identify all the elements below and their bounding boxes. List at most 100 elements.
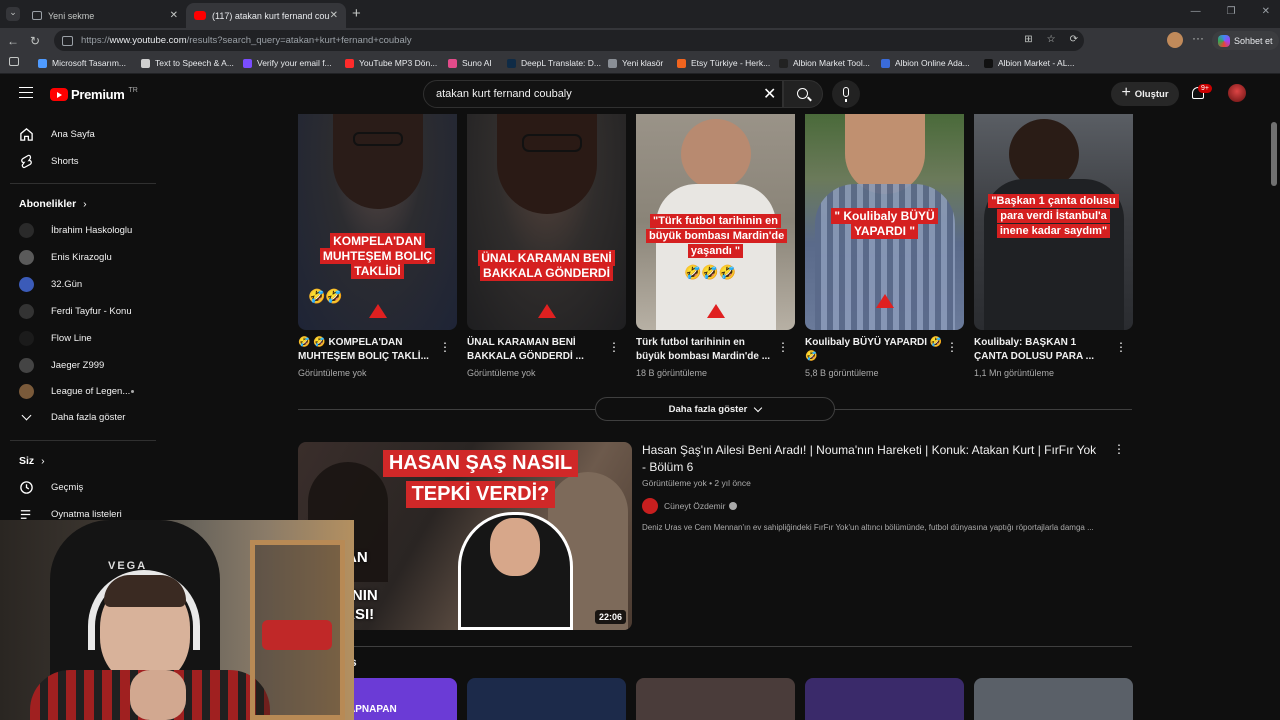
tab-search-chevron-icon[interactable]: ⌄ bbox=[6, 7, 20, 21]
create-button[interactable]: + Oluştur bbox=[1111, 82, 1179, 106]
copilot-chat-button[interactable]: Sohbet et bbox=[1212, 31, 1279, 50]
more-options-icon[interactable]: ⋮ bbox=[777, 340, 789, 354]
short-thumbnail[interactable]: "Türk futbol tarihinin en büyük bombası … bbox=[636, 114, 795, 330]
browser-menu-icon[interactable]: ··· bbox=[1192, 31, 1204, 45]
channel-avatar[interactable] bbox=[642, 498, 658, 514]
close-tab-icon[interactable]: ✕ bbox=[170, 10, 178, 21]
youtube-masthead: Premium TR atakan kurt fernand coubaly ✕… bbox=[0, 74, 1280, 114]
channel-name[interactable]: Cüneyt Özdemir bbox=[664, 501, 725, 511]
video-channel[interactable]: Cüneyt Özdemir bbox=[642, 498, 738, 514]
bookmark-item[interactable]: Albion Market - AL... bbox=[984, 58, 1075, 68]
extensions-icon[interactable]: ⟳ bbox=[1070, 34, 1078, 45]
sidebar-subscription[interactable]: Jaeger Z999 bbox=[0, 352, 156, 378]
apps-icon[interactable] bbox=[9, 57, 19, 66]
page-info-icon[interactable] bbox=[62, 35, 73, 46]
show-more-subscriptions[interactable]: Daha fazla göster bbox=[0, 404, 156, 430]
video-thumbnail[interactable] bbox=[636, 678, 795, 720]
short-title[interactable]: 🤣 🤣 KOMPELA'DAN MUHTEŞEM BOLIÇ TAKLİ... bbox=[298, 336, 436, 364]
clear-search-icon[interactable]: ✕ bbox=[763, 84, 776, 104]
thumb-line-2: TEPKİ VERDİ? bbox=[405, 481, 556, 508]
bookmark-item[interactable]: Albion Market Tool... bbox=[779, 58, 870, 68]
more-options-icon[interactable]: ⋮ bbox=[439, 340, 451, 354]
video-title[interactable]: Hasan Şaş'ın Ailesi Beni Aradı! | Nouma'… bbox=[642, 442, 1102, 476]
tab-youtube-search[interactable]: (117) atakan kurt fernand coubaly ✕ bbox=[186, 3, 346, 28]
address-bar[interactable]: https://www.youtube.com/results?search_q… bbox=[54, 30, 1084, 51]
close-window-icon[interactable]: ✕ bbox=[1262, 6, 1270, 17]
menu-hamburger-icon[interactable] bbox=[19, 87, 33, 98]
subscriptions-header[interactable]: Abonelikler › bbox=[19, 198, 87, 210]
bookmark-item[interactable]: Albion Online Ada... bbox=[881, 58, 970, 68]
voice-search-button[interactable] bbox=[832, 80, 860, 108]
close-tab-icon[interactable]: ✕ bbox=[330, 10, 338, 21]
video-thumbnail[interactable] bbox=[467, 678, 626, 720]
channel-avatar bbox=[19, 383, 34, 399]
bookmark-item[interactable]: Suno AI bbox=[448, 58, 492, 68]
video-thumbnail[interactable] bbox=[974, 678, 1133, 720]
reload-icon[interactable]: ↻ bbox=[24, 34, 46, 48]
sidebar-divider bbox=[10, 183, 156, 184]
account-avatar[interactable] bbox=[1228, 84, 1246, 102]
short-thumbnail[interactable]: ÜNAL KARAMAN BENİ BAKKALA GÖNDERDİ bbox=[467, 114, 626, 330]
bookmark-folder[interactable]: Yeni klasör bbox=[608, 58, 663, 68]
youtube-premium-logo[interactable]: Premium TR bbox=[50, 87, 138, 102]
page-scrollbar[interactable] bbox=[1268, 114, 1280, 720]
sidebar-subscription[interactable]: İbrahim Haskologlu bbox=[0, 217, 156, 243]
search-input[interactable]: atakan kurt fernand coubaly bbox=[423, 80, 783, 108]
bookmark-star-icon[interactable]: ☆ bbox=[1047, 34, 1056, 45]
sidebar-subscription[interactable]: Ferdi Tayfur - Konu bbox=[0, 298, 156, 324]
short-thumbnail[interactable]: "Başkan 1 çanta dolusu para verdi İstanb… bbox=[974, 114, 1133, 330]
channel-a-logo-icon bbox=[707, 304, 725, 318]
restore-icon[interactable]: ❐ bbox=[1227, 6, 1236, 17]
short-emoji: 🤣🤣🤣 bbox=[684, 264, 737, 280]
bookmark-label: Yeni klasör bbox=[622, 58, 664, 68]
sidebar-item-home[interactable]: Ana Sayfa bbox=[0, 121, 156, 147]
bookmark-label: Etsy Türkiye - Herk... bbox=[691, 58, 771, 68]
sidebar-subscription[interactable]: League of Legen... bbox=[0, 378, 156, 404]
more-options-icon[interactable]: ⋮ bbox=[946, 340, 958, 354]
person-figure bbox=[681, 119, 751, 189]
bookmark-item[interactable]: YouTube MP3 Dön... bbox=[345, 58, 437, 68]
more-options-icon[interactable]: ⋮ bbox=[1115, 340, 1127, 354]
bookmark-item[interactable]: DeepL Translate: D... bbox=[507, 58, 601, 68]
bookmark-item[interactable]: Etsy Türkiye - Herk... bbox=[677, 58, 770, 68]
video-thumbnail[interactable] bbox=[805, 678, 964, 720]
bookmark-item[interactable]: Text to Speech & A... bbox=[141, 58, 234, 68]
video-description: Deniz Uras ve Cem Mennan'ın ev sahipliği… bbox=[642, 523, 1094, 532]
bookmark-item[interactable]: Microsoft Tasarım... bbox=[38, 58, 126, 68]
tab-title: Yeni sekme bbox=[48, 10, 95, 21]
search-button[interactable] bbox=[783, 80, 823, 108]
sidebar-subscription[interactable]: Flow Line bbox=[0, 325, 156, 351]
logo-region: TR bbox=[128, 87, 138, 94]
short-title[interactable]: Türk futbol tarihinin en büyük bombası M… bbox=[636, 336, 774, 364]
bookmark-label: Albion Market - AL... bbox=[998, 58, 1075, 68]
you-header[interactable]: Siz › bbox=[19, 455, 45, 467]
profile-avatar[interactable] bbox=[1167, 32, 1183, 48]
sidebar-subscription[interactable]: 32.Gün bbox=[0, 271, 156, 297]
tab-new-tab[interactable]: Yeni sekme ✕ bbox=[24, 3, 186, 28]
scrollbar-thumb[interactable] bbox=[1271, 122, 1277, 186]
channel-name: Ferdi Tayfur - Konu bbox=[51, 305, 132, 317]
sidebar-item-label: Geçmiş bbox=[51, 481, 84, 493]
short-caption: "Türk futbol tarihinin en büyük bombası … bbox=[646, 214, 788, 259]
channel-name: Jaeger Z999 bbox=[51, 359, 105, 371]
show-more-shorts-button[interactable]: Daha fazla göster bbox=[595, 397, 835, 421]
short-thumbnail[interactable]: " Koulibaly BÜYÜ YAPARDI " bbox=[805, 114, 964, 330]
sidebar-item-shorts[interactable]: Shorts bbox=[0, 148, 156, 174]
short-title[interactable]: ÜNAL KARAMAN BENİ BAKKALA GÖNDERDİ ... bbox=[467, 336, 605, 364]
short-thumbnail[interactable]: KOMPELA'DAN MUHTEŞEM BOLIÇ TAKLİDİ 🤣🤣 bbox=[298, 114, 457, 330]
install-app-icon[interactable]: ⊞ bbox=[1024, 34, 1032, 45]
back-arrow-icon[interactable]: ← bbox=[2, 34, 24, 48]
bookmark-item[interactable]: Verify your email f... bbox=[243, 58, 332, 68]
short-title[interactable]: Koulibaly: BAŞKAN 1 ÇANTA DOLUSU PARA ..… bbox=[974, 336, 1112, 364]
new-tab-button[interactable]: + bbox=[352, 5, 361, 22]
bookmark-label: Microsoft Tasarım... bbox=[52, 58, 126, 68]
short-title[interactable]: Koulibaly BÜYÜ YAPARDI 🤣🤣 bbox=[805, 336, 943, 364]
more-options-icon[interactable]: ⋮ bbox=[1113, 442, 1125, 456]
sidebar-item-label: Oynatma listeleri bbox=[51, 508, 122, 520]
sidebar-item-history[interactable]: Geçmiş bbox=[0, 474, 156, 500]
minimize-icon[interactable]: — bbox=[1191, 6, 1201, 17]
shorts-icon bbox=[21, 154, 32, 168]
sidebar-subscription[interactable]: Enis Kirazoglu bbox=[0, 244, 156, 270]
chat-button-label: Sohbet et bbox=[1234, 35, 1273, 46]
more-options-icon[interactable]: ⋮ bbox=[608, 340, 620, 354]
